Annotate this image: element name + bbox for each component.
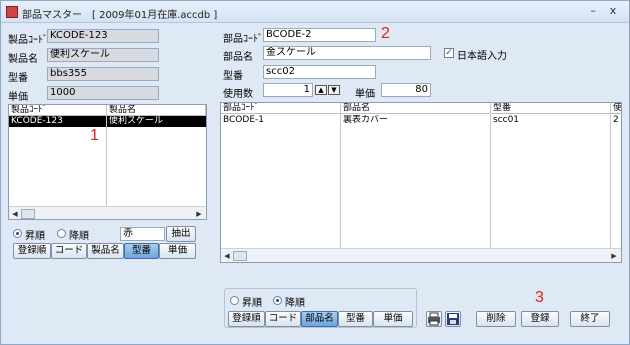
table-row-code[interactable]: BCODE-1 [221, 115, 341, 126]
annotation-3: 3 [535, 289, 544, 306]
scroll-right-icon[interactable]: ▶ [609, 251, 619, 261]
parts-header-name[interactable]: 部品名 [341, 103, 491, 114]
scroll-left-icon[interactable]: ◀ [222, 251, 232, 261]
desc-label: 降順 [69, 231, 89, 242]
asc-radio[interactable] [13, 229, 22, 238]
product-code-label: 製品ｺｰﾄﾞ [8, 35, 48, 46]
price-label: 単価 [8, 92, 28, 103]
scroll-right-icon[interactable]: ▶ [194, 209, 204, 219]
part-price-label: 単価 [355, 89, 375, 100]
sort-code-button[interactable]: コード [51, 243, 87, 259]
parts-header-qty[interactable]: 使 [611, 103, 621, 114]
parts-header-model[interactable]: 型番 [491, 103, 611, 114]
title-bar: 部品マスター [ 2009年01月在庫.accdb ] – x [1, 1, 629, 23]
bottom-asc-radio[interactable] [230, 296, 239, 305]
product-name-field[interactable]: 便利スケール [47, 48, 159, 62]
qty-field[interactable]: 1 [263, 83, 313, 97]
list-header-code[interactable]: 製品ｺｰﾄﾞ [9, 105, 107, 116]
scroll-left-icon[interactable]: ◀ [10, 209, 20, 219]
bottom-sort-model-button[interactable]: 型番 [338, 311, 373, 327]
desc-radio[interactable] [57, 229, 66, 238]
sort-price-button[interactable]: 単価 [159, 243, 196, 259]
bottom-sort-registration-button[interactable]: 登録順 [228, 311, 265, 327]
column-divider [490, 103, 491, 248]
register-button[interactable]: 登録 [521, 311, 559, 327]
bottom-sort-code-button[interactable]: コード [265, 311, 301, 327]
annotation-1: 1 [90, 127, 99, 144]
table-row-model[interactable]: scc01 [491, 115, 611, 126]
horizontal-scrollbar[interactable]: ◀ ▶ [9, 206, 206, 219]
app-icon [6, 6, 18, 18]
exit-button[interactable]: 終了 [570, 311, 610, 327]
scroll-thumb[interactable] [21, 209, 35, 219]
model-label: 型番 [8, 73, 28, 84]
part-model-label: 型番 [223, 71, 243, 82]
bottom-sort-price-button[interactable]: 単価 [373, 311, 413, 327]
extract-button[interactable]: 抽出 [166, 226, 196, 242]
close-button[interactable]: x [605, 3, 621, 19]
qty-up-icon[interactable]: ▲ [315, 85, 327, 95]
annotation-2: 2 [381, 25, 390, 42]
part-name-label: 部品名 [223, 52, 253, 63]
filter-input[interactable]: 赤 [120, 227, 165, 241]
print-icon[interactable] [426, 311, 442, 327]
bottom-asc-label: 昇順 [242, 298, 262, 309]
column-divider [340, 103, 341, 248]
sort-model-button[interactable]: 型番 [124, 243, 159, 259]
bottom-desc-radio[interactable] [273, 296, 282, 305]
part-name-field[interactable]: 金スケール [263, 46, 431, 60]
table-row-name[interactable]: 裏表カバー [341, 115, 491, 126]
list-header-name[interactable]: 製品名 [107, 105, 206, 116]
table-row-code[interactable]: KCODE-123 [9, 116, 107, 127]
price-field[interactable]: 1000 [47, 86, 159, 100]
parts-list[interactable]: 部品ｺｰﾄﾞ 部品名 型番 使 BCODE-1 裏表カバー scc01 2 ◀ … [220, 102, 622, 263]
column-divider [106, 105, 107, 206]
model-field[interactable]: bbs355 [47, 67, 159, 81]
bottom-desc-label: 降順 [285, 298, 305, 309]
japanese-input-checkbox[interactable]: ✓ [444, 48, 454, 58]
bottom-sort-part-name-button[interactable]: 部品名 [301, 311, 338, 327]
delete-button[interactable]: 削除 [476, 311, 516, 327]
parts-horizontal-scrollbar[interactable]: ◀ ▶ [221, 248, 621, 262]
scroll-thumb[interactable] [233, 251, 247, 261]
part-code-label: 部品ｺｰﾄﾞ [223, 34, 263, 45]
part-model-field[interactable]: scc02 [263, 65, 376, 79]
product-code-field[interactable]: KCODE-123 [47, 29, 159, 43]
qty-label: 使用数 [223, 89, 253, 100]
save-icon[interactable] [445, 311, 461, 327]
sort-registration-button[interactable]: 登録順 [13, 243, 51, 259]
japanese-input-label: 日本語入力 [457, 51, 507, 62]
asc-label: 昇順 [25, 231, 45, 242]
product-name-label: 製品名 [8, 54, 38, 65]
minimize-button[interactable]: – [585, 3, 601, 19]
parts-header-code[interactable]: 部品ｺｰﾄﾞ [221, 103, 341, 114]
product-list[interactable]: 製品ｺｰﾄﾞ 製品名 KCODE-123 便利スケール ◀ ▶ [8, 104, 207, 220]
table-row-qty[interactable]: 2 [611, 115, 621, 126]
part-code-field[interactable]: BCODE-2 [263, 28, 376, 42]
table-row-name[interactable]: 便利スケール [107, 116, 206, 127]
column-divider [610, 103, 611, 248]
qty-down-icon[interactable]: ▼ [328, 85, 340, 95]
main-window: 部品マスター [ 2009年01月在庫.accdb ] – x 製品ｺｰﾄﾞ K… [0, 0, 630, 345]
sort-product-name-button[interactable]: 製品名 [87, 243, 124, 259]
window-title: 部品マスター [ 2009年01月在庫.accdb ] [22, 10, 218, 21]
part-price-field[interactable]: 80 [381, 83, 431, 97]
